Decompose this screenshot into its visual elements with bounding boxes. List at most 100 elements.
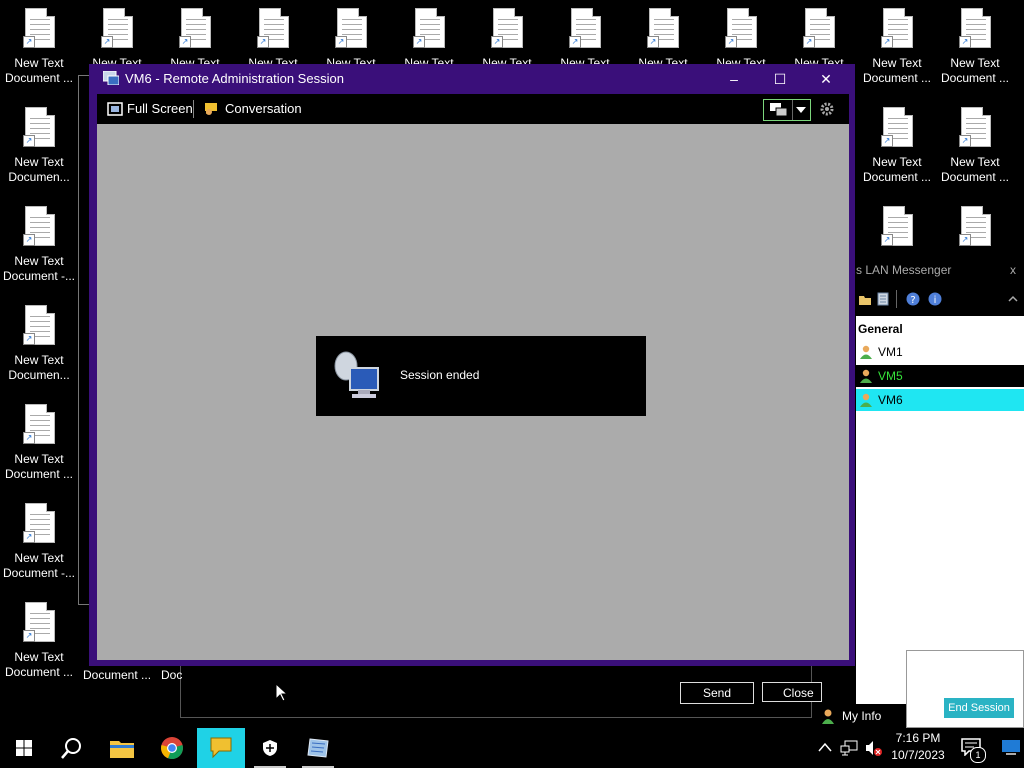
my-info-button[interactable]: My Info [812,704,906,728]
shortcut-arrow-icon: ↗ [335,36,347,48]
shortcut-arrow-icon: ↗ [959,135,971,147]
start-button[interactable] [0,728,48,768]
shortcut-arrow-icon: ↗ [101,36,113,48]
contact-name: VM5 [878,369,903,383]
text-document-icon: ↗ [23,107,55,147]
contact-name: VM1 [878,345,903,359]
info-icon[interactable]: i [928,292,942,306]
desktop-icon-label: New Text Document -... [2,551,76,580]
text-document-icon: ↗ [23,8,55,48]
monitor-select-dropdown[interactable] [763,99,811,121]
gear-icon[interactable] [819,101,835,117]
minimize-button[interactable]: ‒ [711,64,757,94]
search-icon [61,738,81,759]
search-button[interactable] [48,728,96,768]
desktop-icon-text-document[interactable]: ↗ New Text Document ... [1,404,77,494]
desktop-preview-icon [1002,740,1020,755]
messenger-close-button[interactable]: x [1010,256,1016,284]
remote-administration-window: VM6 - Remote Administration Session ‒ ☐ … [89,64,855,666]
desktop-icon-text-document[interactable]: ↗ New Text Document ... [859,107,935,197]
remote-screen-area[interactable]: Session ended [97,124,849,660]
chrome-icon [161,737,183,760]
remote-admin-icon [307,738,329,758]
clock-date: 10/7/2023 [891,748,945,762]
shortcut-arrow-icon: ↗ [725,36,737,48]
desktop-icon-label: New Text Document ... [4,56,74,85]
lan-messenger-taskbar-button[interactable] [197,728,245,768]
folder-icon[interactable] [858,292,872,306]
ra-title-bar[interactable]: VM6 - Remote Administration Session ‒ ☐ … [89,64,855,94]
close-icon: ✕ [820,71,832,87]
maximize-icon: ☐ [773,71,787,87]
shortcut-arrow-icon: ↗ [23,333,35,345]
contact-group-general[interactable]: General [858,322,903,336]
shield-icon [263,740,277,756]
desktop-icon-text-document[interactable]: ↗ New Text Document -... [1,503,77,593]
shortcut-arrow-icon: ↗ [23,36,35,48]
desktop-icon-label: New Text Document ... [4,452,74,481]
close-button[interactable]: ✕ [803,64,849,94]
shortcut-arrow-icon: ↗ [23,135,35,147]
messenger-title: s LAN Messenger [856,263,952,277]
user-icon [822,709,834,724]
messenger-icon [210,737,232,759]
text-document-icon: ↗ [725,8,757,48]
user-icon [860,369,872,383]
contact-item[interactable]: VM1 [856,341,1024,363]
chevron-up-icon[interactable] [818,742,832,752]
help-icon[interactable]: ? [906,292,920,306]
file-explorer-button[interactable] [98,728,146,768]
text-document-icon: ↗ [959,107,991,147]
desktop-icon-label: New Text Document ... [940,56,1010,85]
session-ended-notice: Session ended [316,336,646,416]
shortcut-arrow-icon: ↗ [881,234,893,246]
shortcut-arrow-icon: ↗ [881,36,893,48]
shortcut-arrow-icon: ↗ [23,432,35,444]
notes-icon[interactable] [876,292,890,306]
desktop-icon-text-document[interactable]: ↗ New Text Documen... [1,107,77,197]
contact-item[interactable]: VM5 [856,365,1024,387]
chevron-up-icon[interactable] [1006,292,1020,306]
chrome-button[interactable] [148,728,196,768]
chevron-down-icon [796,107,806,113]
security-app-button[interactable] [246,728,294,768]
remote-admin-taskbar-button[interactable] [294,728,342,768]
full-screen-label: Full Screen [127,101,193,116]
desktop-icon-label: New Text Document ... [862,155,932,184]
desktop-icon-text-document[interactable]: ↗ New Text Document ... [859,8,935,98]
text-document-icon: ↗ [491,8,523,48]
monitors-icon [770,103,788,117]
text-document-icon: ↗ [23,206,55,246]
desktop-icon-text-document[interactable]: ↗ New Text Document ... [937,8,1013,98]
end-session-button[interactable]: End Session [944,698,1014,718]
speaker-muted-icon[interactable] [864,739,882,757]
action-center-button[interactable]: 1 [956,734,986,764]
show-desktop-button[interactable] [996,736,1024,760]
send-button[interactable]: Send [680,682,754,704]
text-document-icon: ↗ [881,206,913,246]
text-document-icon: ↗ [959,8,991,48]
desktop-icon-text-document[interactable]: ↗ New Text Document ... [1,602,77,692]
shortcut-arrow-icon: ↗ [257,36,269,48]
shortcut-arrow-icon: ↗ [569,36,581,48]
remote-admin-app-icon [103,71,119,85]
session-status-text: Session ended [400,368,480,382]
ra-toolbar: Full Screen Conversation [97,94,849,124]
desktop-icon-label: New Text Document ... [4,650,74,679]
desktop-icon-text-document[interactable]: ↗ New Text Documen... [1,305,77,395]
contact-item[interactable]: VM6 [856,389,1024,411]
shortcut-arrow-icon: ↗ [647,36,659,48]
shortcut-arrow-icon: ↗ [23,234,35,246]
maximize-button[interactable]: ☐ [757,64,803,94]
close-chat-button[interactable]: Close [762,682,822,702]
text-document-icon: ↗ [23,305,55,345]
desktop-icon-text-document[interactable]: ↗ New Text Document ... [937,107,1013,197]
svg-text:?: ? [910,295,915,306]
desktop-icon-label: New Text Document ... [940,155,1010,184]
clock-time: 7:16 PM [895,731,941,745]
desktop-icon-text-document[interactable]: ↗ New Text Document ... [1,8,77,98]
shortcut-arrow-icon: ↗ [23,531,35,543]
system-clock[interactable]: 7:16 PM 10/7/2023 [888,730,948,764]
desktop-icon-text-document[interactable]: ↗ New Text Document -... [1,206,77,296]
network-icon[interactable] [840,739,858,757]
